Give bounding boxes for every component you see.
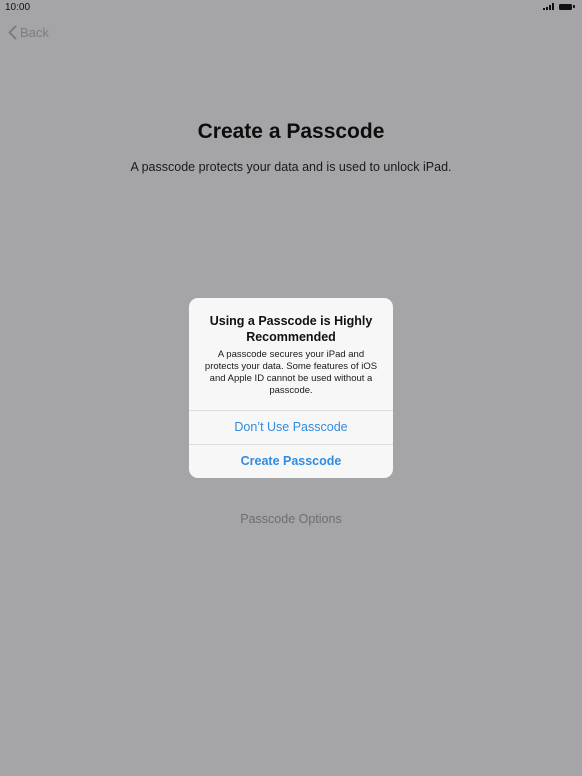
status-bar: 10:00 [0, 0, 582, 16]
signal-icon [543, 3, 554, 10]
back-button[interactable]: Back [8, 25, 49, 40]
page-subtitle: A passcode protects your data and is use… [130, 160, 452, 174]
status-time: 10:00 [5, 2, 31, 13]
chevron-left-icon [8, 25, 17, 40]
passcode-options-button[interactable]: Passcode Options [0, 512, 582, 526]
dont-use-passcode-button[interactable]: Don’t Use Passcode [189, 410, 393, 444]
alert-title: Using a Passcode is Highly Recommended [209, 314, 373, 344]
status-indicators [543, 3, 575, 10]
alert-message: A passcode secures your iPad and protect… [204, 349, 378, 396]
battery-icon [559, 3, 575, 10]
create-passcode-button[interactable]: Create Passcode [189, 444, 393, 478]
page-title: Create a Passcode [197, 120, 385, 143]
alert-dialog: Using a Passcode is Highly Recommended A… [189, 298, 393, 478]
back-label: Back [20, 25, 49, 40]
